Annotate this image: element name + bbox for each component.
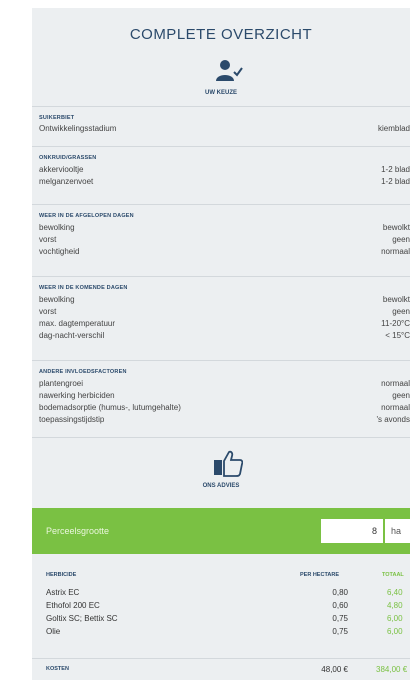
summary-row: bewolking bewolkt bbox=[39, 295, 410, 306]
table-row: Olie 0,75 6,00 bbox=[32, 627, 410, 638]
row-label: vorst bbox=[39, 235, 57, 244]
section-heading: WEER IN DE KOMENDE DAGEN bbox=[39, 285, 128, 291]
total-value: 6,40 bbox=[387, 588, 403, 597]
row-value: geen bbox=[392, 307, 410, 316]
summary-row: max. dagtemperatuur 11-20°C bbox=[39, 319, 410, 330]
herbicide-name: Goltix SC; Bettix SC bbox=[46, 614, 118, 623]
column-header-herbicide: HERBICIDE bbox=[46, 572, 77, 578]
summary-row: Ontwikkelingsstadium kiemblad bbox=[39, 124, 410, 135]
herbicide-name: Ethofol 200 EC bbox=[46, 601, 100, 610]
row-label: dag-nacht-verschil bbox=[39, 331, 105, 340]
summary-row: melganzenvoet 1-2 blad bbox=[39, 177, 410, 188]
user-check-icon bbox=[216, 60, 243, 81]
herbicide-name: Astrix EC bbox=[46, 588, 80, 597]
per-hectare-value: 0,80 bbox=[332, 588, 348, 597]
row-value: bewolkt bbox=[382, 223, 410, 232]
summary-row: nawerking herbiciden geen bbox=[39, 391, 410, 402]
row-label: vorst bbox=[39, 307, 57, 316]
row-label: Ontwikkelingsstadium bbox=[39, 124, 117, 133]
parcel-size-input[interactable] bbox=[321, 519, 383, 543]
row-value: geen bbox=[392, 391, 410, 400]
summary-row: vochtigheid normaal bbox=[39, 247, 410, 258]
summary-row: dag-nacht-verschil < 15°C bbox=[39, 331, 410, 342]
summary-row: bewolking bewolkt bbox=[39, 223, 410, 234]
row-value: kiemblad bbox=[377, 124, 410, 133]
summary-row: toepassingstijdstip 's avonds bbox=[39, 415, 410, 426]
parcel-size-label: Perceelsgrootte bbox=[46, 526, 110, 536]
section-heading: WEER IN DE AFGELOPEN DAGEN bbox=[39, 213, 134, 219]
row-value: normaal bbox=[381, 379, 410, 388]
parcel-unit: ha bbox=[385, 519, 410, 543]
section-sugar-beet: SUIKERBIET Ontwikkelingsstadium kiemblad bbox=[32, 106, 410, 143]
section-weather-past: WEER IN DE AFGELOPEN DAGEN bewolking bew… bbox=[32, 204, 410, 265]
per-hectare-value: 0,75 bbox=[332, 627, 348, 636]
row-label: plantengroei bbox=[39, 379, 84, 388]
row-value: normaal bbox=[381, 247, 410, 256]
costs-label: KOSTEN bbox=[46, 666, 69, 672]
row-value: normaal bbox=[381, 403, 410, 412]
row-label: bewolking bbox=[39, 223, 75, 232]
row-label: melganzenvoet bbox=[39, 177, 94, 186]
section-heading: ONKRUID/GRASSEN bbox=[39, 155, 97, 161]
total-value: 6,00 bbox=[387, 627, 403, 636]
column-header-per-hectare: PER HECTARE bbox=[300, 572, 340, 578]
summary-row: plantengroei normaal bbox=[39, 379, 410, 390]
row-value: geen bbox=[392, 235, 410, 244]
row-label: vochtigheid bbox=[39, 247, 80, 256]
row-label: max. dagtemperatuur bbox=[39, 319, 116, 328]
summary-row: akkerviooltje 1-2 blad bbox=[39, 165, 410, 176]
per-hectare-value: 0,75 bbox=[332, 614, 348, 623]
total-value: 6,00 bbox=[387, 614, 403, 623]
row-label: akkerviooltje bbox=[39, 165, 84, 174]
costs-row: KOSTEN 48,00 € 384,00 € bbox=[32, 658, 410, 680]
table-row: Goltix SC; Bettix SC 0,75 6,00 bbox=[32, 614, 410, 625]
row-value: < 15°C bbox=[385, 331, 410, 340]
section-heading: SUIKERBIET bbox=[39, 115, 75, 121]
parcel-size-bar: Perceelsgrootte ha bbox=[32, 508, 410, 554]
costs-per-hectare: 48,00 € bbox=[321, 665, 348, 674]
row-value: 11-20°C bbox=[381, 319, 410, 328]
herbicide-name: Olie bbox=[46, 627, 61, 636]
per-hectare-value: 0,60 bbox=[332, 601, 348, 610]
total-value: 4,80 bbox=[387, 601, 403, 610]
thumbs-up-icon bbox=[214, 450, 243, 477]
page-title: COMPLETE OVERZICHT bbox=[129, 26, 313, 43]
row-label: bodemadsorptie (humus-, lutumgehalte) bbox=[39, 403, 181, 412]
summary-row: vorst geen bbox=[39, 235, 410, 246]
table-row: Astrix EC 0,80 6,40 bbox=[32, 588, 410, 599]
row-value: 1-2 blad bbox=[381, 165, 410, 174]
costs-total: 384,00 € bbox=[376, 665, 408, 674]
row-label: toepassingstijdstip bbox=[39, 415, 105, 424]
choice-label: UW KEUZE bbox=[205, 90, 237, 96]
row-value: 's avonds bbox=[376, 415, 410, 424]
advice-label: ONS ADVIES bbox=[202, 483, 240, 489]
overview-panel: COMPLETE OVERZICHT UW KEUZE SUIKERBIET O… bbox=[32, 8, 410, 680]
column-header-total: TOTAAL bbox=[382, 572, 404, 578]
summary-row: bodemadsorptie (humus-, lutumgehalte) no… bbox=[39, 403, 410, 414]
section-heading: ANDERE INVLOEDSFACTOREN bbox=[39, 369, 127, 375]
row-label: nawerking herbiciden bbox=[39, 391, 115, 400]
section-other-factors: ANDERE INVLOEDSFACTOREN plantengroei nor… bbox=[32, 360, 410, 438]
row-value: 1-2 blad bbox=[381, 177, 410, 186]
row-value: bewolkt bbox=[382, 295, 410, 304]
row-label: bewolking bbox=[39, 295, 75, 304]
section-weather-coming: WEER IN DE KOMENDE DAGEN bewolking bewol… bbox=[32, 276, 410, 357]
summary-row: vorst geen bbox=[39, 307, 410, 318]
section-weeds: ONKRUID/GRASSEN akkerviooltje 1-2 blad m… bbox=[32, 146, 410, 189]
table-row: Ethofol 200 EC 0,60 4,80 bbox=[32, 601, 410, 612]
